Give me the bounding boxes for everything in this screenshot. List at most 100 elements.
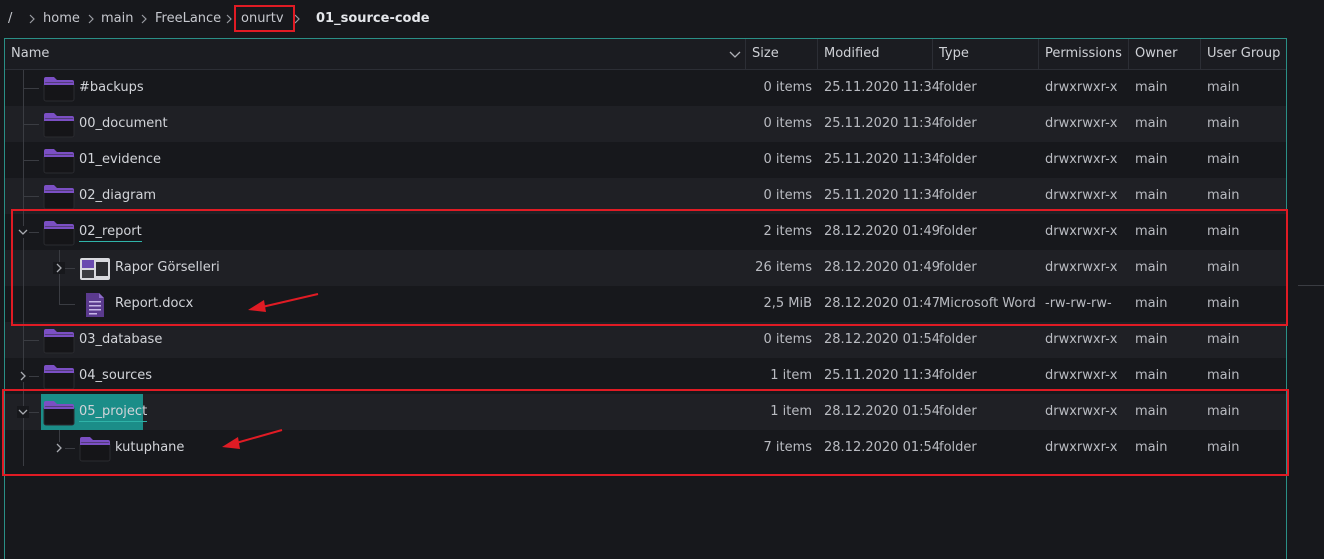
cell-owner: main [1135, 80, 1168, 95]
table-row[interactable]: kutuphane 7 items 28.12.2020 01:54 folder dr… [5, 430, 1286, 466]
table-row[interactable]: Report.docx 2,5 MiB 28.12.2020 01:47 Micros… [5, 286, 1286, 322]
column-type[interactable]: Type [933, 39, 1039, 69]
cell-type: folder [939, 224, 977, 239]
cell-name[interactable]: 05_project [79, 403, 148, 422]
image-folder-icon [79, 256, 111, 282]
cell-name[interactable]: 02_diagram [79, 178, 156, 214]
column-modified[interactable]: Modified [818, 39, 933, 69]
cell-size: 2 items [763, 224, 812, 239]
cell-group: main [1207, 224, 1240, 239]
cell-name[interactable]: 02_report [79, 223, 142, 242]
column-owner-label: Owner [1135, 46, 1178, 61]
cell-modified: 25.11.2020 11:34 [824, 368, 941, 383]
cell-owner: main [1135, 440, 1168, 455]
cell-size: 0 items [763, 80, 812, 95]
column-permissions[interactable]: Permissions [1039, 39, 1129, 69]
folder-icon [43, 184, 75, 210]
table-row[interactable]: 03_database 0 items 28.12.2020 01:54 folder… [5, 322, 1286, 358]
cell-group: main [1207, 332, 1240, 347]
folder-icon [79, 436, 111, 462]
breadcrumb-onurtv[interactable]: onurtv [241, 11, 284, 26]
cell-name[interactable]: Report.docx [115, 286, 193, 322]
table-row[interactable]: Rapor Görselleri 26 items 28.12.2020 01:49… [5, 250, 1286, 286]
column-size[interactable]: Size [746, 39, 818, 69]
chevron-right-icon [27, 10, 37, 28]
cell-size: 1 item [770, 368, 812, 383]
cell-size: 0 items [763, 152, 812, 167]
chevron-down-icon[interactable] [17, 406, 29, 418]
cell-size: 7 items [763, 440, 812, 455]
cell-modified: 28.12.2020 01:47 [824, 296, 941, 311]
chevron-right-icon[interactable] [53, 442, 65, 454]
file-list-view: Name Size Modified Type Permissions Owne… [4, 38, 1287, 559]
cell-type: folder [939, 332, 977, 347]
chevron-right-icon [139, 10, 149, 28]
cell-group: main [1207, 404, 1240, 419]
breadcrumb-current[interactable]: 01_source-code [316, 11, 430, 26]
table-row[interactable]: 05_project 1 item 28.12.2020 01:54 folder dr… [5, 394, 1286, 430]
column-size-label: Size [752, 46, 779, 61]
cell-permissions: drwxrwxr-x [1045, 152, 1118, 167]
cell-permissions: drwxrwxr-x [1045, 260, 1118, 275]
column-permissions-label: Permissions [1045, 46, 1122, 61]
cell-owner: main [1135, 116, 1168, 131]
folder-icon [43, 328, 75, 354]
breadcrumb-freelance[interactable]: FreeLance [155, 11, 221, 26]
cell-owner: main [1135, 332, 1168, 347]
column-group[interactable]: User Group [1201, 39, 1286, 69]
cell-permissions: -rw-rw-rw- [1045, 296, 1112, 311]
cell-group: main [1207, 260, 1240, 275]
cell-permissions: drwxrwxr-x [1045, 80, 1118, 95]
column-name[interactable]: Name [5, 39, 746, 69]
cell-group: main [1207, 116, 1240, 131]
cell-name[interactable]: 03_database [79, 322, 162, 358]
cell-permissions: drwxrwxr-x [1045, 224, 1118, 239]
cell-type: folder [939, 188, 977, 203]
cell-size: 0 items [763, 332, 812, 347]
column-name-label: Name [11, 46, 50, 61]
cell-name[interactable]: 04_sources [79, 358, 152, 394]
cell-type: folder [939, 152, 977, 167]
breadcrumb-root[interactable]: / [8, 11, 12, 26]
cell-name[interactable]: kutuphane [115, 430, 184, 466]
breadcrumb-home[interactable]: home [43, 11, 80, 26]
table-row[interactable]: 02_diagram 0 items 25.11.2020 11:34 folder d… [5, 178, 1286, 214]
breadcrumb-main[interactable]: main [101, 11, 133, 26]
cell-name[interactable]: 01_evidence [79, 142, 161, 178]
cell-permissions: drwxrwxr-x [1045, 368, 1118, 383]
cell-modified: 28.12.2020 01:49 [824, 260, 941, 275]
chevron-down-icon[interactable] [729, 48, 741, 60]
table-row[interactable]: 02_report 2 items 28.12.2020 01:49 folder dr… [5, 214, 1286, 250]
folder-icon [43, 400, 75, 426]
table-row[interactable]: #backups 0 items 25.11.2020 11:34 folder drw… [5, 70, 1286, 106]
chevron-down-icon[interactable] [17, 226, 29, 238]
cell-modified: 28.12.2020 01:49 [824, 224, 941, 239]
table-row[interactable]: 01_evidence 0 items 25.11.2020 11:34 folder… [5, 142, 1286, 178]
cell-size: 26 items [755, 260, 812, 275]
chevron-right-icon[interactable] [53, 262, 65, 274]
cell-modified: 28.12.2020 01:54 [824, 404, 941, 419]
chevron-right-icon[interactable] [17, 370, 29, 382]
table-row[interactable]: 04_sources 1 item 25.11.2020 11:34 folder dr… [5, 358, 1286, 394]
cell-owner: main [1135, 296, 1168, 311]
folder-icon [43, 364, 75, 390]
folder-icon [43, 76, 75, 102]
cell-group: main [1207, 188, 1240, 203]
table-row[interactable]: 00_document 0 items 25.11.2020 11:34 folder… [5, 106, 1286, 142]
column-owner[interactable]: Owner [1129, 39, 1201, 69]
cell-type: folder [939, 116, 977, 131]
cell-name[interactable]: Rapor Görselleri [115, 250, 220, 286]
column-group-label: User Group [1207, 46, 1281, 61]
cell-name[interactable]: #backups [79, 70, 144, 106]
file-rows: #backups 0 items 25.11.2020 11:34 folder drw… [5, 70, 1286, 466]
cell-permissions: drwxrwxr-x [1045, 116, 1118, 131]
cell-group: main [1207, 152, 1240, 167]
cell-size: 1 item [770, 404, 812, 419]
cell-size: 0 items [763, 116, 812, 131]
cell-owner: main [1135, 260, 1168, 275]
cell-name[interactable]: 00_document [79, 106, 168, 142]
column-header: Name Size Modified Type Permissions Owne… [5, 39, 1286, 70]
cell-owner: main [1135, 152, 1168, 167]
cell-group: main [1207, 296, 1240, 311]
cell-permissions: drwxrwxr-x [1045, 332, 1118, 347]
